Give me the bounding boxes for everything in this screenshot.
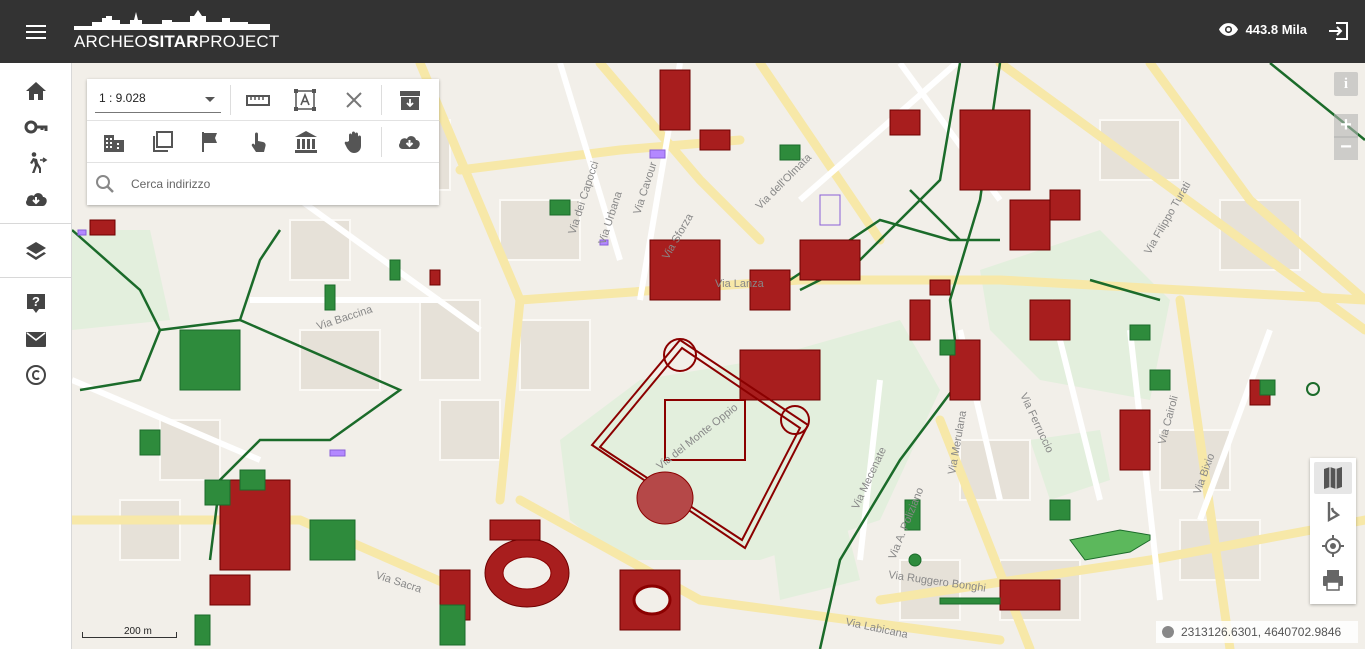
coordinates-display: 2313126.6301, 4640702.9846: [1156, 621, 1358, 643]
scale-select[interactable]: 1 : 9.028: [95, 87, 221, 113]
visits-counter: 443.8 Mila: [1218, 22, 1307, 37]
search-input[interactable]: [131, 171, 421, 197]
street-label: Via Baccina: [315, 303, 375, 333]
print-icon[interactable]: [1314, 564, 1352, 596]
green-polygon: [1069, 529, 1151, 561]
museum-icon[interactable]: [293, 129, 319, 155]
scale-label: 200 m: [124, 626, 152, 637]
street-label: Via dei Capocci: [566, 160, 601, 236]
chevron-down-icon: [205, 97, 215, 102]
cloud-download-icon[interactable]: [24, 187, 48, 211]
street-label: Via Lanza: [715, 278, 765, 290]
search-row: [87, 163, 439, 205]
top-bar: ARCHEOSITARPROJECT 443.8 Mila: [0, 0, 1365, 63]
layers-icon[interactable]: [24, 239, 48, 263]
ruler-icon[interactable]: [245, 87, 271, 113]
key-icon[interactable]: [24, 115, 48, 139]
building-icon[interactable]: [101, 129, 127, 155]
copy-layers-icon[interactable]: [149, 129, 175, 155]
toolbar-divider: [381, 85, 382, 115]
visits-value: 443.8 Mila: [1245, 22, 1307, 37]
login-icon[interactable]: [1327, 19, 1351, 43]
search-icon: [96, 175, 114, 193]
logo[interactable]: ARCHEOSITARPROJECT: [72, 6, 279, 56]
toolbar-divider: [381, 127, 382, 157]
zoom-in-button[interactable]: +: [1334, 114, 1358, 138]
coordinates-value: 2313126.6301, 4640702.9846: [1181, 625, 1342, 639]
locate-icon[interactable]: [1314, 530, 1352, 562]
walking-icon[interactable]: [24, 151, 48, 175]
sidebar-divider: [0, 223, 72, 224]
cloud-download-icon[interactable]: [397, 129, 423, 155]
copyright-icon[interactable]: [24, 363, 48, 387]
scale-value: 1 : 9.028: [99, 91, 146, 105]
logo-text: ARCHEOSITARPROJECT: [74, 32, 280, 51]
sidebar: ?: [0, 63, 72, 649]
tool-row-2: [87, 121, 439, 163]
scale-bar: 200 m: [82, 626, 178, 640]
menu-icon[interactable]: [22, 18, 50, 46]
mail-icon[interactable]: [24, 327, 48, 351]
tool-row-1: 1 : 9.028: [87, 79, 439, 121]
help-icon[interactable]: ?: [24, 291, 48, 315]
zoom-out-button[interactable]: −: [1334, 136, 1358, 160]
archive-icon[interactable]: [397, 87, 423, 113]
area-measure-icon[interactable]: [292, 87, 318, 113]
touch-icon[interactable]: [245, 129, 271, 155]
toolbar-divider: [230, 85, 231, 115]
hand-icon[interactable]: [342, 129, 368, 155]
compass-icon: [1162, 626, 1174, 638]
close-icon[interactable]: [341, 87, 367, 113]
svg-text:?: ?: [32, 294, 40, 309]
eye-icon: [1218, 23, 1238, 36]
bing-icon[interactable]: [1314, 496, 1352, 528]
info-button[interactable]: i: [1334, 72, 1358, 96]
home-icon[interactable]: [24, 79, 48, 103]
basemap-panel: [1310, 458, 1356, 604]
sidebar-divider: [0, 277, 72, 278]
tool-panel: 1 : 9.028: [87, 79, 439, 205]
flag-icon[interactable]: [197, 129, 223, 155]
logo-skyline-icon: [74, 10, 270, 30]
map-icon[interactable]: [1314, 462, 1352, 494]
